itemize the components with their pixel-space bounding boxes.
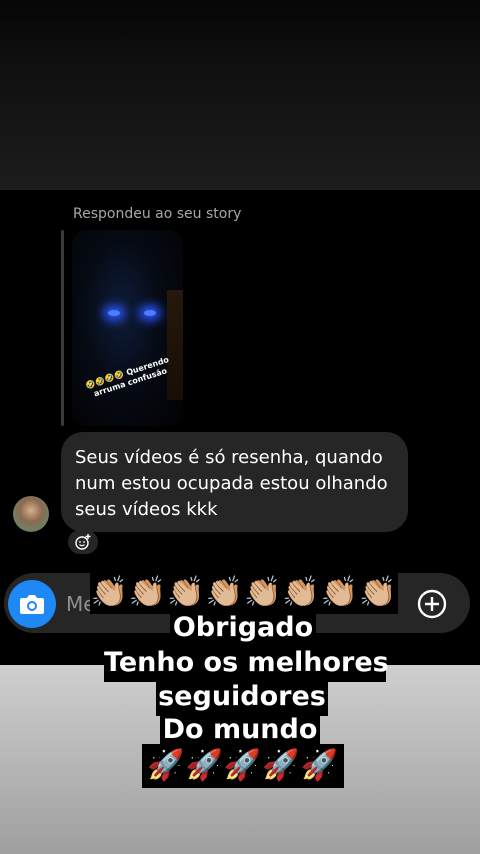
- top-blur-area: [0, 0, 480, 190]
- story-reply-caption: Respondeu ao seu story: [73, 206, 242, 222]
- avatar[interactable]: [13, 496, 49, 532]
- camera-icon: [20, 595, 44, 614]
- plus-circle-icon: [417, 589, 447, 619]
- overlay-rocket-emojis: 🚀🚀🚀🚀🚀: [142, 744, 344, 788]
- story-image-detail: [167, 290, 183, 400]
- overlay-line-4: Do mundo: [160, 712, 320, 748]
- add-button[interactable]: [416, 588, 448, 620]
- message-text: Seus vídeos é só resenha, quando num est…: [75, 447, 388, 520]
- overlay-line-3: seguidores: [156, 678, 328, 716]
- add-reaction-button[interactable]: [68, 530, 98, 554]
- story-light-left: [108, 310, 120, 316]
- story-light-right: [144, 310, 156, 316]
- add-reaction-icon: [75, 534, 91, 550]
- overlay-line-1: Obrigado: [170, 610, 316, 646]
- reply-indicator-bar: [61, 230, 64, 426]
- message-bubble[interactable]: Seus vídeos é só resenha, quando num est…: [61, 432, 408, 532]
- story-thumbnail[interactable]: 🤣🤣🤣🤣 Querendo arruma confusão: [72, 230, 183, 426]
- overlay-line-2: Tenho os melhores: [104, 644, 389, 682]
- camera-button[interactable]: [8, 580, 56, 628]
- overlay-clap-emojis: 👏🏼👏🏼👏🏼👏🏼👏🏼👏🏼👏🏼👏🏼: [90, 572, 398, 614]
